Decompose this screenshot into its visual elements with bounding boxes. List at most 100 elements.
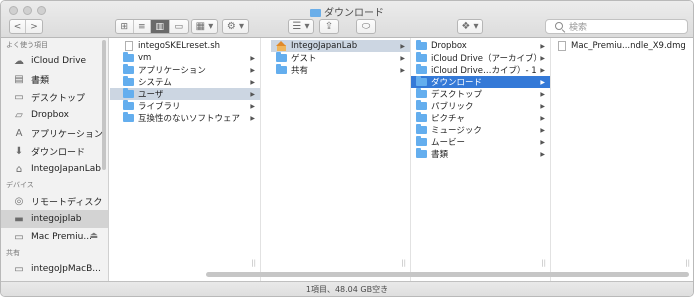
sidebar-item[interactable]: ◎ リモートディスク <box>1 192 108 210</box>
column-resize-handle[interactable]: || <box>401 259 406 267</box>
item-label: 互換性のないソフトウェア <box>138 114 241 124</box>
folder-row[interactable]: ゲスト ▶ <box>271 52 410 64</box>
hard-drive-icon: ▬ <box>14 213 24 225</box>
column-resize-handle[interactable]: || <box>541 259 546 267</box>
disclosure-arrow-icon: ▶ <box>540 42 545 50</box>
folder-row[interactable]: アプリケーション ▶ <box>110 64 260 76</box>
navigation-buttons: < > <box>9 19 43 34</box>
folder-row[interactable]: ダウンロード ▶ <box>411 76 550 88</box>
sidebar-item[interactable]: ▭ integoJpMacB... <box>1 260 108 278</box>
disc-icon: ◎ <box>14 195 24 207</box>
item-label: ダウンロード <box>431 78 483 88</box>
folder-row[interactable]: vm ▶ <box>110 52 260 64</box>
eject-icon[interactable]: ⏏ <box>89 231 98 241</box>
folder-row[interactable]: ムービー ▶ <box>411 136 550 148</box>
search-field[interactable]: 検索 <box>545 19 688 34</box>
documents-icon: ▤ <box>14 73 24 85</box>
folder-row[interactable]: Dropbox ▶ <box>411 40 550 52</box>
edit-tags-button[interactable]: ⬭ <box>356 19 376 34</box>
forward-button[interactable]: > <box>26 20 42 33</box>
folder-row[interactable]: デスクトップ ▶ <box>411 88 550 100</box>
folder-icon <box>123 52 134 62</box>
item-label: アプリケーション <box>138 66 206 76</box>
column-downloads[interactable]: Mac_Premiu...ndle_X9.dmg || <box>551 38 693 281</box>
file-row[interactable]: Mac_Premiu...ndle_X9.dmg <box>551 40 693 52</box>
folder-row[interactable]: ピクチャ ▶ <box>411 112 550 124</box>
folder-row[interactable]: iCloud Drive（アーカイブ） ▶ <box>411 52 550 64</box>
disclosure-arrow-icon: ▶ <box>250 90 255 98</box>
arrange-button[interactable]: ☰ ▾ <box>288 19 314 34</box>
sidebar-item[interactable]: ▤ 書類 <box>1 70 108 88</box>
sidebar-item[interactable]: ▭ デスクトップ <box>1 88 108 106</box>
disclosure-arrow-icon: ▶ <box>540 102 545 110</box>
folder-row[interactable]: パブリック ▶ <box>411 100 550 112</box>
disclosure-arrow-icon: ▶ <box>540 138 545 146</box>
icon-view-button[interactable]: ⊞ <box>116 20 134 33</box>
sidebar-item[interactable]: ⬇ ダウンロード <box>1 142 108 160</box>
item-label: ミュージック <box>431 126 482 136</box>
sidebar-section-title: 共有 <box>6 249 20 257</box>
sidebar-item-label: ダウンロード <box>31 147 86 158</box>
column-users[interactable]: IntegoJapanLab ▶ ゲスト ▶ 共有 ▶ || <box>271 38 411 281</box>
item-label: 書類 <box>431 150 449 160</box>
horizontal-scrollbar[interactable] <box>206 272 689 277</box>
folder-icon <box>123 88 134 98</box>
disclosure-arrow-icon: ▶ <box>250 78 255 86</box>
folder-row[interactable]: システム ▶ <box>110 76 260 88</box>
share-button[interactable]: ⇪ <box>319 19 339 34</box>
gallery-view-button[interactable]: ▭ <box>170 20 188 33</box>
column-resize-handle[interactable]: || <box>251 259 256 267</box>
column-home[interactable]: Dropbox ▶ iCloud Drive（アーカイブ） ▶ iCloud Drive… <box>411 38 551 281</box>
folder-icon <box>416 52 427 62</box>
folder-icon <box>276 64 287 74</box>
item-label: 共有 <box>291 66 309 76</box>
folder-icon <box>276 52 287 62</box>
item-label: ムービー <box>431 138 466 148</box>
sidebar-item[interactable]: ▱ Dropbox <box>1 106 108 124</box>
back-button[interactable]: < <box>10 20 27 33</box>
folder-icon <box>416 136 427 146</box>
column-resize-handle[interactable]: || <box>685 259 690 267</box>
column-browser: integoSKELreset.sh vm ▶ アプリケーション ▶ システム ▶ ユーザ ▶ ラ… <box>110 38 693 281</box>
file-icon <box>558 41 566 51</box>
folder-row[interactable]: ユーザ ▶ <box>110 88 260 100</box>
folder-row[interactable]: ライブラリ ▶ <box>110 100 260 112</box>
folder-row[interactable]: iCloud Drive…カイブ）- 1 ▶ <box>411 64 550 76</box>
column-root[interactable]: integoSKELreset.sh vm ▶ アプリケーション ▶ システム ▶ ユーザ ▶ ラ… <box>110 38 261 281</box>
sidebar-item[interactable]: ▬ integojplab <box>1 210 108 228</box>
sidebar-item[interactable]: ▭ Mac Premiu... ⏏ <box>1 228 108 246</box>
folder-row[interactable]: 書類 ▶ <box>411 148 550 160</box>
item-label: デスクトップ <box>431 90 483 100</box>
folder-row[interactable]: 互換性のないソフトウェア ▶ <box>110 112 260 124</box>
column-view-button[interactable]: ▥ <box>151 20 170 33</box>
folder-icon <box>123 100 134 110</box>
sidebar-item[interactable]: ☁ iCloud Drive <box>1 52 108 70</box>
item-label: ライブラリ <box>138 102 181 112</box>
item-label: Mac_Premiu...ndle_X9.dmg <box>571 41 686 51</box>
sidebar-item[interactable]: A アプリケーション <box>1 124 108 142</box>
folder-row[interactable]: 共有 ▶ <box>271 64 410 76</box>
group-button[interactable]: ▦ ▾ <box>191 19 218 34</box>
disclosure-arrow-icon: ▶ <box>540 90 545 98</box>
disclosure-arrow-icon: ▶ <box>540 126 545 134</box>
window-title: ダウンロード <box>1 4 693 19</box>
search-placeholder: 検索 <box>569 23 588 33</box>
folder-row[interactable]: IntegoJapanLab ▶ <box>271 40 410 52</box>
folder-row[interactable]: ミュージック ▶ <box>411 124 550 136</box>
action-button[interactable]: ⚙ ▾ <box>222 19 249 34</box>
sidebar-item-label: iCloud Drive <box>31 56 87 66</box>
folder-icon <box>416 112 427 122</box>
item-label: ユーザ <box>138 90 164 100</box>
sidebar-item-label: Dropbox <box>31 110 69 120</box>
disclosure-arrow-icon: ▶ <box>400 42 405 50</box>
list-view-button[interactable]: ≡ <box>134 20 152 33</box>
disclosure-arrow-icon: ▶ <box>540 150 545 158</box>
home-icon: ⌂ <box>15 163 23 175</box>
dropbox-button[interactable]: ❖ ▾ <box>457 19 483 34</box>
status-text: 1項目、48.04 GB空き <box>305 285 389 294</box>
sidebar-item-label: 書類 <box>31 75 50 86</box>
file-row[interactable]: integoSKELreset.sh <box>110 40 260 52</box>
folder-icon: ▱ <box>15 109 23 121</box>
disclosure-arrow-icon: ▶ <box>540 54 545 62</box>
sidebar-item[interactable]: ⌂ IntegoJapanLab <box>1 160 108 178</box>
